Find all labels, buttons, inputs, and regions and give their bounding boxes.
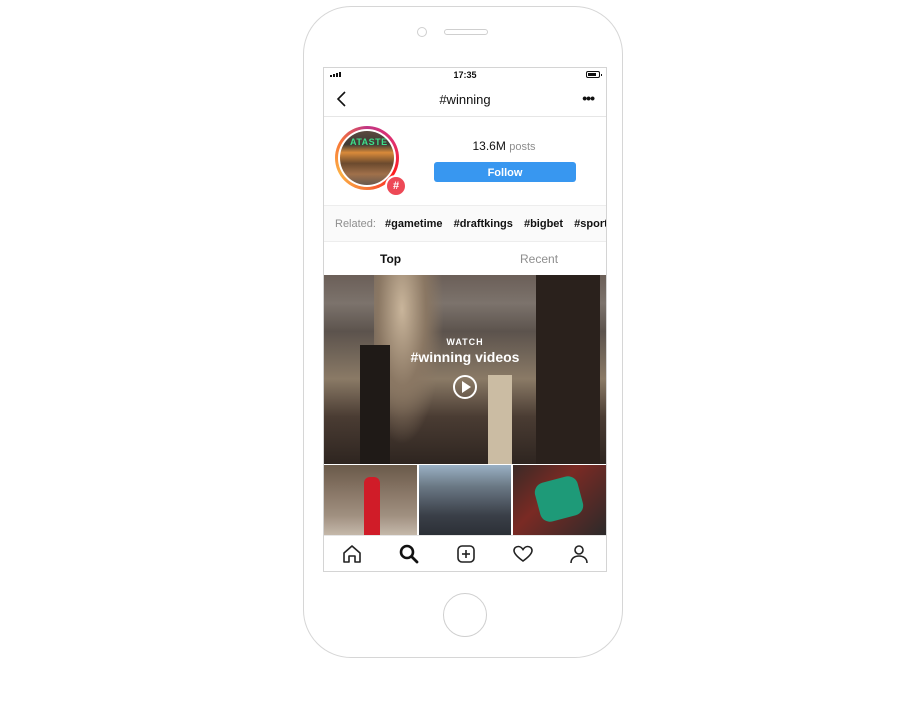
battery-icon: [586, 71, 602, 78]
related-tag[interactable]: #gametime: [385, 218, 442, 230]
watch-videos-tile[interactable]: WATCH #winning videos: [324, 275, 606, 464]
related-tag[interactable]: #sports: [574, 218, 606, 230]
watch-label: WATCH: [446, 337, 484, 347]
nav-bar: #winning •••: [324, 84, 606, 117]
activity-heart-icon[interactable]: [512, 543, 534, 565]
phone-screen: 17:35 #winning ••• ATASTE # 13.6M posts …: [323, 67, 607, 572]
earpiece-speaker: [444, 29, 488, 35]
add-post-icon[interactable]: [455, 543, 477, 565]
page-title: #winning: [439, 92, 491, 107]
tab-recent[interactable]: Recent: [520, 252, 558, 266]
status-time: 17:35: [453, 70, 477, 80]
post-grid: [324, 465, 606, 537]
related-tag[interactable]: #draftkings: [454, 218, 513, 230]
search-icon[interactable]: [398, 543, 420, 565]
hashtag-header: ATASTE # 13.6M posts Follow: [324, 117, 606, 205]
home-button[interactable]: [443, 593, 487, 637]
avatar-sign-text: ATASTE: [350, 137, 388, 147]
home-icon[interactable]: [341, 543, 363, 565]
more-options-icon[interactable]: •••: [582, 90, 595, 106]
post-thumbnail[interactable]: [513, 465, 606, 537]
related-label: Related:: [335, 218, 376, 230]
thumbnail-detail: [532, 473, 586, 525]
pillar: [488, 375, 512, 464]
thumbnail-detail: [364, 477, 380, 537]
post-count-value: 13.6M: [472, 139, 506, 153]
tab-top[interactable]: Top: [380, 252, 401, 266]
post-count: 13.6M posts: [434, 139, 574, 153]
profile-icon[interactable]: [568, 543, 590, 565]
follow-button[interactable]: Follow: [434, 162, 576, 182]
front-camera: [417, 27, 427, 37]
related-hashtags: Related: #gametime #draftkings #bigbet #…: [324, 205, 606, 242]
post-count-label: posts: [509, 141, 536, 153]
hashtag-badge-icon: #: [385, 175, 407, 197]
avatar-ring: ATASTE #: [335, 126, 407, 197]
post-thumbnail[interactable]: [324, 465, 417, 537]
watch-title: #winning videos: [410, 349, 520, 365]
play-icon[interactable]: [453, 375, 477, 399]
status-bar: 17:35: [324, 68, 606, 84]
post-thumbnail[interactable]: [418, 465, 512, 537]
feed-tabs: Top Recent: [324, 243, 606, 275]
avatar-image: ATASTE: [340, 131, 394, 185]
punching-bag: [536, 275, 600, 464]
related-tag[interactable]: #bigbet: [524, 218, 563, 230]
bottom-tab-bar: [324, 535, 606, 571]
